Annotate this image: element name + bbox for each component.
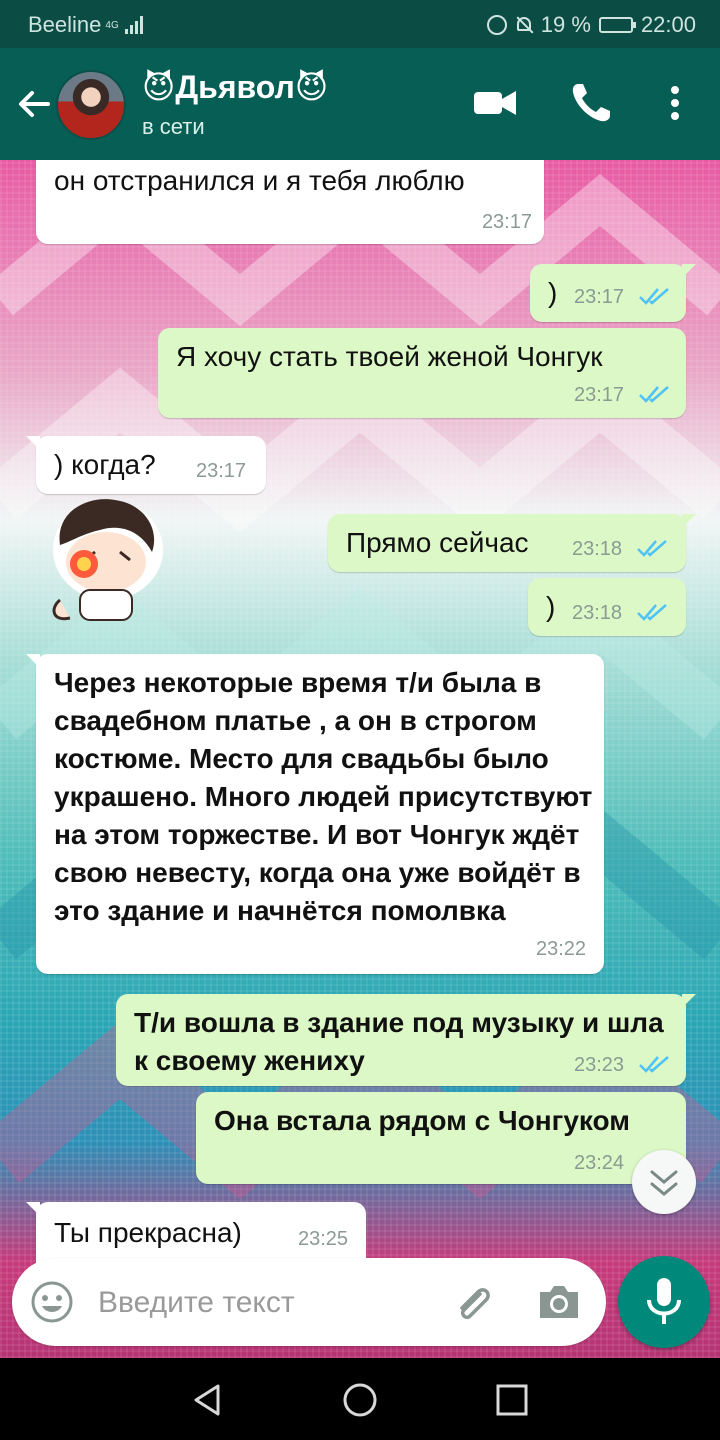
message-time: 23:17 (196, 460, 247, 482)
carrier-name: Beeline (28, 12, 102, 37)
message-time: 23:17 (574, 384, 625, 406)
message-incoming[interactable]: Через некоторые время т/и была в свадебн… (26, 654, 604, 974)
message-text: Через некоторые время т/и была в свадебн… (54, 667, 593, 926)
message-time: 23:18 (572, 602, 623, 624)
message-text: Она встала рядом с Чонгуком (214, 1105, 630, 1136)
read-ticks-icon (639, 288, 669, 305)
message-time: 23:24 (574, 1152, 625, 1174)
avatar[interactable] (56, 70, 126, 140)
microphone-icon[interactable] (618, 1256, 710, 1348)
message-composer (12, 1258, 606, 1346)
home-circle-icon[interactable] (340, 1380, 380, 1420)
read-ticks-icon (637, 604, 667, 621)
message-text: ) (546, 591, 556, 622)
message-time: 23:23 (574, 1054, 625, 1076)
message-incoming[interactable]: он отстранился и я тебя люблю 23:17 (36, 160, 544, 244)
battery-icon (598, 17, 636, 33)
contact-status: в сети (142, 114, 205, 139)
read-ticks-icon (639, 386, 669, 403)
message-outgoing[interactable]: ) 23:17 (530, 264, 696, 322)
message-time: 23:17 (574, 286, 625, 308)
phone-icon[interactable] (566, 78, 616, 128)
network-type: 4G (105, 19, 119, 31)
status-icons: 19 % 22:00 (486, 12, 696, 38)
chat-header: 😈Дьявол😈 в сети (0, 48, 720, 160)
read-ticks-icon (637, 540, 667, 557)
read-ticks-icon (639, 1056, 669, 1073)
emoji-icon[interactable] (30, 1280, 74, 1324)
message-text: он отстранился и я тебя люблю (54, 165, 465, 196)
mute-bell-icon (515, 15, 533, 35)
message-text: ) когда? (54, 449, 156, 480)
scroll-to-bottom-button[interactable] (632, 1150, 696, 1214)
back-arrow-icon[interactable] (14, 84, 54, 124)
contact-name[interactable]: 😈Дьявол😈 (142, 68, 328, 106)
back-triangle-icon[interactable] (188, 1380, 228, 1420)
clock: 22:00 (640, 12, 696, 37)
signal-icon (124, 16, 143, 34)
carrier-info: Beeline 4G (28, 12, 143, 38)
message-outgoing[interactable]: Я хочу стать твоей женой Чонгук 23:17 (158, 328, 686, 418)
alarm-icon (486, 15, 507, 35)
message-outgoing[interactable]: Т/и вошла в здание под музыку и шла к св… (116, 994, 696, 1086)
message-text: Ты прекрасна) (54, 1217, 242, 1248)
video-camera-icon[interactable] (470, 78, 520, 128)
message-input[interactable] (96, 1276, 430, 1330)
message-outgoing[interactable]: Прямо сейчас 23:18 (328, 514, 696, 572)
message-time: 23:25 (298, 1228, 349, 1250)
message-outgoing[interactable]: Она встала рядом с Чонгуком 23:24 (196, 1092, 686, 1184)
message-time: 23:22 (536, 938, 587, 960)
battery-percent: 19 % (540, 12, 591, 37)
paperclip-icon[interactable] (450, 1280, 494, 1324)
message-text: Прямо сейчас (346, 527, 529, 558)
chat-background[interactable]: он отстранился и я тебя люблю 23:17 ) 23… (0, 160, 720, 1358)
system-nav-bar (0, 1358, 720, 1440)
status-bar: Beeline 4G 19 % 22:00 (0, 0, 720, 48)
camera-icon[interactable] (536, 1282, 582, 1322)
message-text: Я хочу стать твоей женой Чонгук (176, 341, 603, 372)
recents-square-icon[interactable] (492, 1380, 532, 1420)
message-incoming[interactable]: ) когда? 23:17 (26, 436, 266, 494)
message-text: ) (548, 277, 558, 308)
message-time: 23:18 (572, 538, 623, 560)
message-time: 23:17 (481, 211, 532, 233)
chibi-boy-sticker[interactable] (40, 490, 170, 630)
more-vert-icon[interactable] (650, 78, 700, 128)
message-outgoing[interactable]: ) 23:18 (528, 578, 686, 636)
